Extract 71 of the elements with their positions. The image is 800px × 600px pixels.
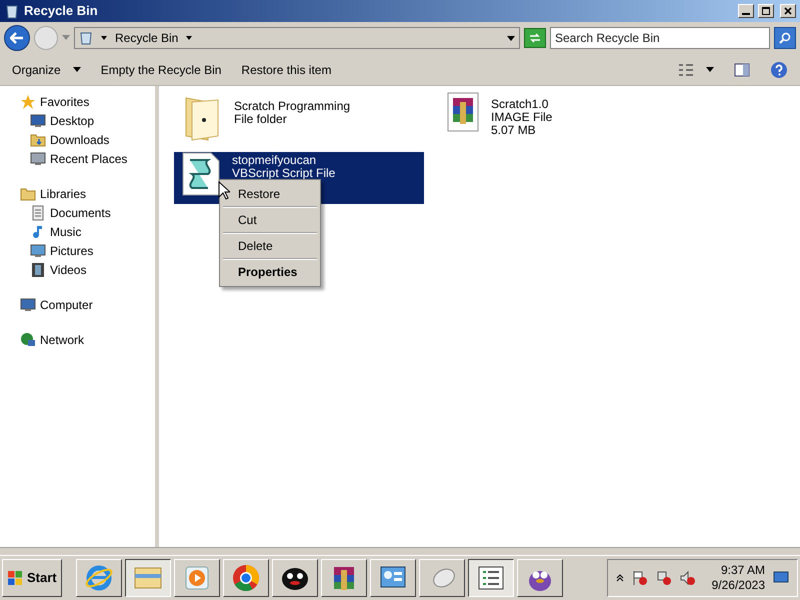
caret-icon [101,36,107,40]
close-button[interactable] [780,4,796,18]
search-field[interactable]: Search Recycle Bin [550,27,770,49]
sidebar-item[interactable]: Desktop [20,113,155,129]
file-name: Scratch1.0 [491,98,550,111]
sidebar-item[interactable]: Network [20,332,155,348]
window-title: Recycle Bin [24,2,99,20]
view-options-button[interactable] [678,62,714,76]
search-icon [779,32,791,44]
film-icon [30,262,46,278]
show-desktop-icon[interactable] [773,571,789,585]
clock-date[interactable]: 9/26/2023 [712,578,765,593]
search-button[interactable] [774,27,796,49]
caret-icon [706,67,714,72]
menu-item[interactable]: Cut [222,208,318,232]
sidebar-item[interactable]: Libraries [20,186,155,202]
minimize-button[interactable] [738,4,754,18]
menu-item[interactable]: Delete [222,234,318,258]
file-type: File folder [234,113,287,126]
back-button[interactable] [4,25,30,51]
speaker-muted-icon[interactable] [680,570,696,586]
sidebar-item[interactable]: Favorites [20,94,155,110]
chevron-up-icon[interactable] [616,574,624,582]
preview-pane-icon[interactable] [734,62,750,76]
toolbar-button[interactable]: Empty the Recycle Bin [100,60,222,78]
folder-icon [30,132,46,148]
view-list-icon [678,62,694,76]
recycle-bin-icon [79,31,93,45]
caret-icon [186,36,192,40]
refresh-arrows-icon [529,33,541,43]
sidebar-item[interactable]: Music [20,224,155,240]
file-size: 5.07 MB [491,124,537,137]
restore-button[interactable] [758,4,774,18]
archive-icon [447,92,479,132]
start-button[interactable]: Start [2,559,62,597]
close-icon [784,7,792,15]
sidebar-item[interactable]: Pictures [20,243,155,259]
file-type: VBScript Script File [232,167,336,180]
file-name: stopmeifyoucan [232,154,318,167]
help-icon[interactable] [770,60,788,78]
network-alert-icon[interactable] [656,570,672,586]
sidebar-item[interactable]: Documents [20,205,155,221]
clock-time[interactable]: 9:37 AM [720,563,765,578]
address-bar[interactable]: Recycle Bin [74,27,520,49]
recycle-bin-icon [4,3,20,19]
toolbar-button[interactable]: Organize [12,60,81,78]
toolbar-button[interactable]: Restore this item [241,60,332,78]
script-file-icon [182,152,220,196]
sidebar-item[interactable]: Videos [20,262,155,278]
sidebar-item[interactable]: Recent Places [20,151,155,167]
breadcrumb[interactable]: Recycle Bin [115,29,178,47]
windows-logo-icon [7,570,23,586]
refresh-button[interactable] [524,28,546,48]
mouse-cursor-icon [218,181,230,200]
desktop-icon [30,113,46,129]
document-icon [30,205,46,221]
computer-icon [20,297,36,313]
file-item[interactable]: Scratch Programming File folder [174,94,424,146]
taskbar-button[interactable] [124,559,171,597]
back-arrow-icon [10,32,24,44]
sidebar-item[interactable]: Downloads [20,132,155,148]
taskbar-button[interactable] [468,559,514,597]
folder-icon [20,186,36,202]
file-name: Scratch Programming [234,100,350,113]
sidebar-item[interactable]: Computer [20,297,155,313]
dropdown-caret-icon[interactable] [507,36,515,40]
file-item[interactable]: Scratch1.0 IMAGE File 5.07 MB [439,92,689,144]
menu-item[interactable]: Properties [222,260,318,284]
file-type: IMAGE File [491,111,552,124]
star-icon [20,94,36,110]
flag-alert-icon[interactable] [632,570,648,586]
